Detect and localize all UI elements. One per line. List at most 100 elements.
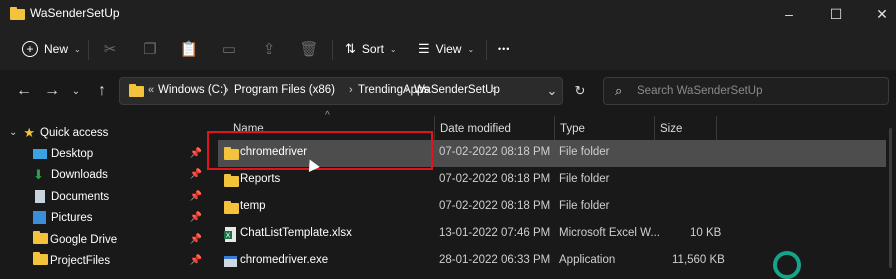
- minimize-button[interactable]: –: [766, 0, 812, 28]
- column-divider[interactable]: [716, 116, 717, 140]
- file-date: 28-01-2022 06:33 PM: [439, 254, 551, 266]
- file-name: Reports: [240, 173, 281, 185]
- navigation-pane: ⌄ ★ Quick access Desktop 📌 ⬇ Downloads 📌…: [0, 112, 208, 274]
- sidebar-item-label: Documents: [51, 190, 110, 203]
- chevron-down-icon: ⌄: [389, 44, 397, 54]
- file-type: Microsoft Excel W...: [559, 227, 660, 239]
- file-name: ChatListTemplate.xlsx: [240, 227, 352, 239]
- maximize-button[interactable]: ☐: [813, 0, 859, 28]
- back-arrow-icon[interactable]: ←: [12, 79, 36, 103]
- file-type: File folder: [559, 173, 610, 185]
- sidebar-item-documents[interactable]: Documents 📌: [0, 186, 208, 207]
- pin-icon: 📌: [189, 212, 202, 223]
- sidebar-item-projectfiles[interactable]: ProjectFiles 📌: [0, 250, 208, 271]
- sidebar-item-label: Pictures: [51, 211, 93, 224]
- pin-icon: 📌: [189, 191, 202, 202]
- folder-icon: [129, 84, 144, 100]
- sidebar-item-pictures[interactable]: Pictures 📌: [0, 207, 208, 228]
- folder-icon: [224, 174, 239, 190]
- paste-icon[interactable]: 📋: [176, 36, 202, 62]
- rename-icon[interactable]: ▭: [216, 36, 242, 62]
- recent-locations-icon[interactable]: ⌄: [64, 79, 88, 103]
- copy-icon[interactable]: ❐: [137, 36, 163, 62]
- refresh-icon[interactable]: ↻: [566, 77, 594, 105]
- more-options-button[interactable]: •••: [494, 36, 514, 62]
- delete-icon[interactable]: 🗑: [296, 36, 322, 62]
- svg-text:X: X: [226, 233, 231, 240]
- toolbar-divider: [332, 40, 333, 60]
- file-date: 07-02-2022 08:18 PM: [439, 146, 551, 158]
- sidebar-item-google-drive[interactable]: Google Drive 📌: [0, 229, 208, 250]
- address-dropdown-icon[interactable]: ⌄: [538, 77, 566, 105]
- file-row[interactable]: temp 07-02-2022 08:18 PM File folder: [218, 194, 886, 221]
- chevron-right-icon[interactable]: ›: [405, 84, 409, 96]
- sidebar-item-label: ProjectFiles: [50, 254, 111, 267]
- search-input[interactable]: ⌕ Search WaSenderSetUp: [603, 77, 889, 105]
- view-icon: ☰: [418, 41, 430, 56]
- sidebar-item-downloads[interactable]: ⬇ Downloads 📌: [0, 164, 208, 185]
- search-placeholder: Search WaSenderSetUp: [637, 85, 763, 97]
- chevron-right-icon[interactable]: ›: [492, 84, 496, 96]
- column-divider[interactable]: [434, 116, 435, 140]
- column-header-size[interactable]: Size: [660, 118, 682, 140]
- file-size: 11,560 KB: [672, 254, 725, 266]
- column-header-type[interactable]: Type: [560, 118, 585, 140]
- pictures-icon: [33, 211, 46, 224]
- sort-button[interactable]: ⇅ Sort ⌄: [341, 36, 401, 62]
- sidebar-item-quick-access[interactable]: ⌄ ★ Quick access: [0, 122, 208, 143]
- star-icon: ★: [23, 124, 36, 140]
- file-row[interactable]: Reports 07-02-2022 08:18 PM File folder: [218, 167, 886, 194]
- desktop-icon: [33, 148, 47, 159]
- share-icon[interactable]: ⇪: [256, 36, 282, 62]
- address-bar[interactable]: « Windows (C:) › Program Files (x86) › T…: [119, 77, 563, 105]
- breadcrumb-item[interactable]: Program Files (x86): [234, 84, 335, 96]
- plus-circle-icon: +: [22, 41, 38, 57]
- new-button-label: New: [44, 42, 69, 56]
- file-date: 07-02-2022 08:18 PM: [439, 173, 551, 185]
- downloads-icon: ⬇: [33, 166, 44, 182]
- up-arrow-icon[interactable]: ↑: [90, 79, 114, 103]
- sidebar-item-label: Desktop: [51, 147, 94, 160]
- sort-button-label: Sort: [361, 42, 384, 56]
- chevron-down-icon: ⌄: [467, 44, 475, 54]
- file-type: Application: [559, 254, 616, 266]
- file-name: chromedriver.exe: [240, 254, 329, 266]
- breadcrumb-item[interactable]: Windows (C:): [158, 84, 227, 96]
- folder-icon: [33, 251, 48, 268]
- file-name: temp: [240, 200, 266, 212]
- forward-arrow-icon[interactable]: →: [40, 79, 64, 103]
- sort-icon: ⇅: [345, 41, 356, 56]
- folder-icon: [33, 230, 48, 247]
- chevron-right-icon[interactable]: ›: [349, 84, 353, 96]
- file-date: 07-02-2022 08:18 PM: [439, 200, 551, 212]
- sidebar-item-desktop[interactable]: Desktop 📌: [0, 143, 208, 164]
- column-divider[interactable]: [654, 116, 655, 140]
- pin-icon: 📌: [189, 255, 202, 266]
- close-button[interactable]: ✕: [859, 0, 896, 28]
- new-button[interactable]: + New ⌄: [18, 36, 85, 62]
- column-divider[interactable]: [554, 116, 555, 140]
- file-type: File folder: [559, 146, 610, 158]
- sidebar-item-label: Quick access: [40, 126, 109, 139]
- file-row[interactable]: X ChatListTemplate.xlsx 13-01-2022 07:46…: [218, 221, 886, 248]
- exe-file-icon: [224, 256, 237, 267]
- excel-file-icon: X: [224, 227, 236, 242]
- chevron-right-icon[interactable]: ›: [225, 84, 229, 96]
- column-header-date-modified[interactable]: Date modified: [440, 118, 511, 140]
- annotation-highlight-box: [207, 131, 433, 170]
- cut-icon[interactable]: ✂: [97, 36, 123, 62]
- window-title: WaSenderSetUp: [30, 6, 120, 20]
- file-size: 10 KB: [690, 227, 722, 239]
- toolbar-divider: [88, 40, 89, 60]
- pin-icon: 📌: [189, 148, 202, 159]
- pin-icon: 📌: [189, 234, 202, 245]
- breadcrumb-item[interactable]: WaSenderSetUp: [414, 84, 500, 96]
- loading-spinner-icon: [773, 251, 801, 279]
- toolbar-divider: [486, 40, 487, 60]
- view-button[interactable]: ☰ View ⌄: [414, 36, 478, 62]
- breadcrumb-overflow[interactable]: «: [148, 84, 154, 96]
- chevron-down-icon: ⌄: [9, 127, 18, 138]
- file-date: 13-01-2022 07:46 PM: [439, 227, 551, 239]
- documents-icon: [35, 190, 45, 203]
- vertical-scrollbar[interactable]: [889, 128, 892, 268]
